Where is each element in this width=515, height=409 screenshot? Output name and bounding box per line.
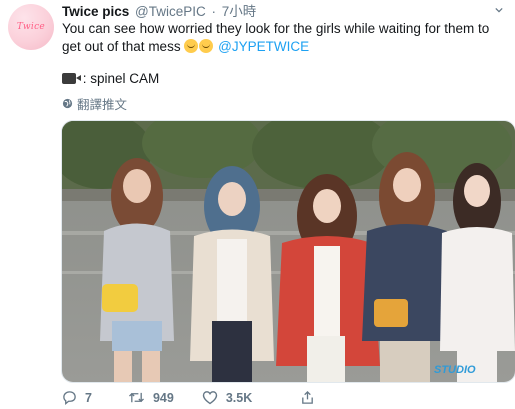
tweet-text: You can see how worried they look for th… (62, 20, 502, 56)
cam-credit-text: : spinel CAM (82, 71, 160, 86)
retweet-button[interactable]: 949 (128, 390, 174, 405)
globe-icon (62, 98, 73, 109)
chevron-down-icon[interactable] (495, 6, 503, 14)
video-camera-icon (62, 73, 81, 84)
retweet-count: 949 (152, 390, 174, 405)
reply-icon (63, 391, 76, 405)
emoji-icon (199, 39, 214, 53)
share-icon (302, 390, 314, 404)
like-count: 3.5K (225, 390, 253, 405)
share-button[interactable] (300, 390, 323, 405)
tweet-video[interactable]: STUDIO (61, 120, 515, 383)
reply-button[interactable]: 7 (62, 390, 92, 405)
tweet-timestamp[interactable]: 7小時 (222, 4, 257, 19)
video-frame: STUDIO (62, 121, 515, 382)
avatar[interactable]: Twice (8, 4, 54, 50)
header-separator: · (211, 4, 217, 19)
like-icon (202, 391, 218, 405)
video-watermark: STUDIO (434, 364, 476, 376)
display-name[interactable]: Twice pics (62, 4, 129, 19)
user-handle[interactable]: @TwicePIC (135, 4, 206, 19)
like-button[interactable]: 3.5K (202, 390, 252, 405)
translate-label: 翻譯推文 (77, 98, 128, 112)
reply-count: 7 (85, 390, 92, 405)
tweet-header: Twice pics @TwicePIC · 7小時 (62, 3, 256, 20)
mention-link[interactable]: @JYPETWICE (218, 39, 309, 54)
emoji-icon (184, 39, 199, 53)
avatar-logo-text: Twice (16, 22, 46, 32)
retweet-icon (128, 392, 144, 403)
cam-credit: : spinel CAM (62, 70, 159, 88)
translate-tweet-link[interactable]: 翻譯推文 (62, 94, 127, 113)
tweet-actions: 7 949 3.5K (62, 390, 351, 405)
